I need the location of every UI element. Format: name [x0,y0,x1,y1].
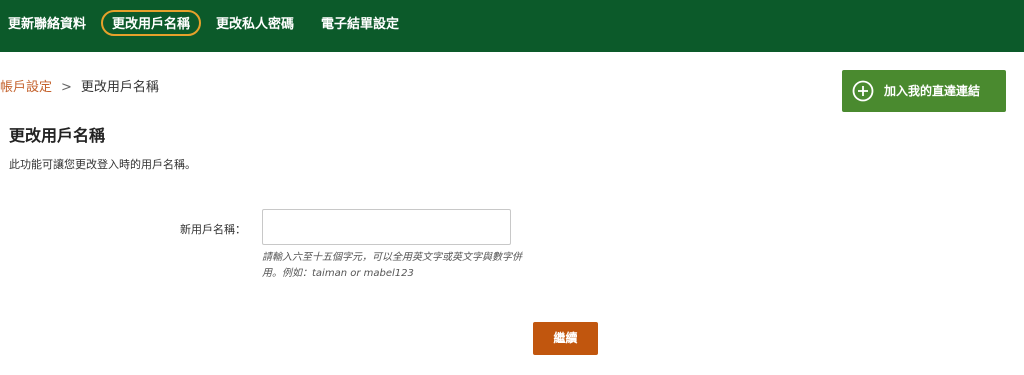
nav-item-update-contact[interactable]: 更新聯絡資料 [8,14,86,36]
plus-circle-icon [852,80,874,102]
add-shortcut-button[interactable]: 加入我的直達連結 [842,70,1006,112]
page-title: 更改用戶名稱 [9,126,106,145]
continue-button[interactable]: 繼續 [533,322,598,355]
page-description: 此功能可讓您更改登入時的用戶名稱。 [9,158,196,171]
breadcrumb: 帳戶設定 > 更改用戶名稱 [0,78,159,98]
new-username-input[interactable] [262,209,511,245]
breadcrumb-separator: > [61,80,72,95]
add-shortcut-label: 加入我的直達連結 [884,84,981,98]
new-username-hint: 請輸入六至十五個字元，可以全用英文字或英文字與數字併用。例如：taiman or… [262,252,522,279]
new-username-label: 新用戶名稱： [180,223,246,236]
nav-item-change-password[interactable]: 更改私人密碼 [216,14,294,36]
breadcrumb-current: 更改用戶名稱 [80,80,159,95]
breadcrumb-link-account-settings[interactable]: 帳戶設定 [0,80,52,95]
top-navigation-bar: 更新聯絡資料 更改用戶名稱 更改私人密碼 電子結單設定 [0,0,1024,52]
nav-item-estatement-settings[interactable]: 電子結單設定 [321,14,399,36]
nav-item-change-username[interactable]: 更改用戶名稱 [101,10,202,36]
